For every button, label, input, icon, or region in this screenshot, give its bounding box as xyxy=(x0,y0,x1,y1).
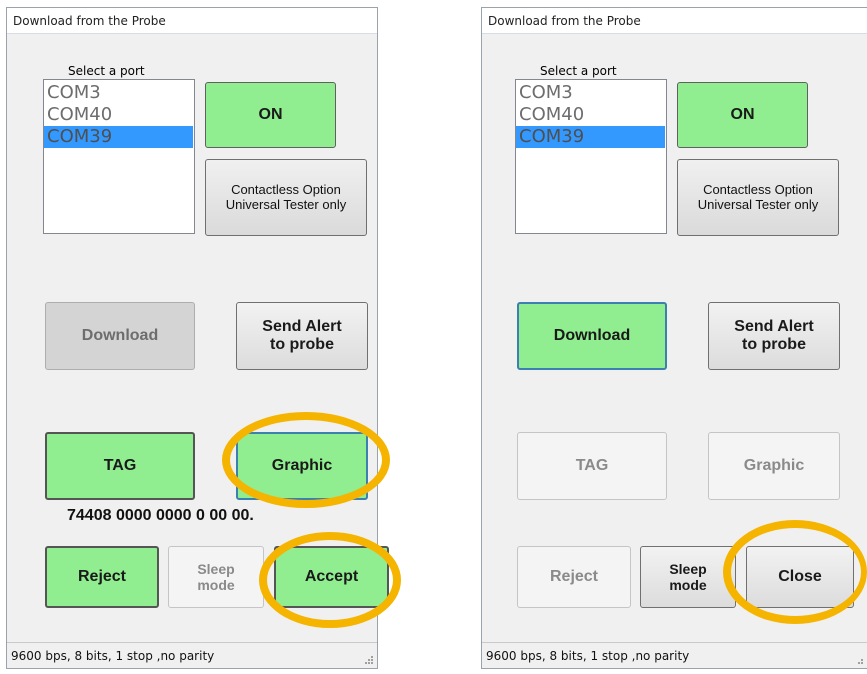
close-button[interactable]: Close xyxy=(746,546,854,608)
port-listbox[interactable]: COM3 COM40 COM39 xyxy=(43,79,195,234)
status-text: 9600 bps, 8 bits, 1 stop ,no parity xyxy=(11,649,215,663)
tag-button[interactable]: TAG xyxy=(45,432,195,500)
resize-grip-icon[interactable] xyxy=(363,654,373,664)
port-caption: Select a port xyxy=(68,64,145,78)
download-window-right: Download from the Probe Select a port CO… xyxy=(481,7,867,669)
send-alert-button[interactable]: Send Alert to probe xyxy=(708,302,840,370)
window-title: Download from the Probe xyxy=(7,8,377,34)
download-button[interactable]: Download xyxy=(45,302,195,370)
port-item[interactable]: COM3 xyxy=(516,82,666,104)
port-item-selected[interactable]: COM39 xyxy=(516,126,665,148)
port-item-selected[interactable]: COM39 xyxy=(44,126,193,148)
sleep-mode-button[interactable]: Sleep mode xyxy=(640,546,736,608)
reject-button[interactable]: Reject xyxy=(45,546,159,608)
port-listbox[interactable]: COM3 COM40 COM39 xyxy=(515,79,667,234)
contactless-option-button[interactable]: Contactless Option Universal Tester only xyxy=(677,159,839,236)
accept-button[interactable]: Accept xyxy=(274,546,389,608)
reject-button[interactable]: Reject xyxy=(517,546,631,608)
download-window-left: Download from the Probe Select a port CO… xyxy=(6,7,389,669)
on-button[interactable]: ON xyxy=(677,82,808,148)
tag-button[interactable]: TAG xyxy=(517,432,667,500)
on-button[interactable]: ON xyxy=(205,82,336,148)
status-bar: 9600 bps, 8 bits, 1 stop ,no parity xyxy=(482,642,867,668)
window-title: Download from the Probe xyxy=(482,8,867,34)
port-item[interactable]: COM40 xyxy=(516,104,666,126)
graphic-button[interactable]: Graphic xyxy=(708,432,840,500)
graphic-button[interactable]: Graphic xyxy=(236,432,368,500)
resize-grip-icon[interactable] xyxy=(853,654,863,664)
sleep-mode-button[interactable]: Sleep mode xyxy=(168,546,264,608)
send-alert-button[interactable]: Send Alert to probe xyxy=(236,302,368,370)
port-item[interactable]: COM3 xyxy=(44,82,194,104)
port-item[interactable]: COM40 xyxy=(44,104,194,126)
status-text: 9600 bps, 8 bits, 1 stop ,no parity xyxy=(486,649,690,663)
tag-number: 74408 0000 0000 0 00 00. xyxy=(67,507,254,524)
status-bar: 9600 bps, 8 bits, 1 stop ,no parity xyxy=(7,642,377,668)
port-caption: Select a port xyxy=(540,64,617,78)
contactless-option-button[interactable]: Contactless Option Universal Tester only xyxy=(205,159,367,236)
download-button[interactable]: Download xyxy=(517,302,667,370)
